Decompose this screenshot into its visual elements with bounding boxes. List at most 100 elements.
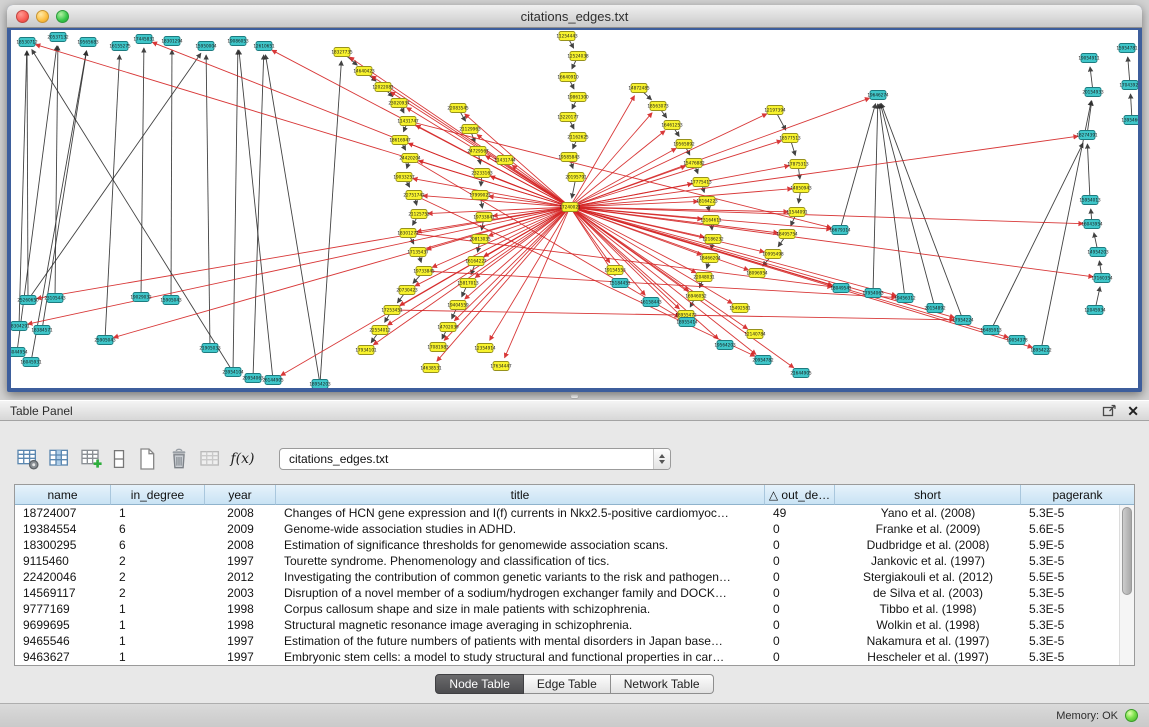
graph-node[interactable]: 19086053 — [227, 37, 249, 46]
close-window-button[interactable] — [16, 10, 29, 23]
graph-node[interactable]: 15954781 — [1116, 44, 1138, 53]
graph-node[interactable]: 19054911 — [1078, 54, 1100, 63]
graph-node[interactable]: 17954224 — [952, 316, 974, 325]
graph-node[interactable]: 14850943 — [790, 184, 812, 193]
graph-node[interactable]: 23020937 — [388, 99, 410, 108]
graph-node[interactable]: 16461253 — [661, 121, 683, 130]
graph-node[interactable]: 18327735 — [331, 48, 353, 57]
row-tools-button[interactable] — [110, 446, 128, 473]
graph-node[interactable]: 18955414 — [676, 318, 698, 327]
graph-node[interactable]: 22554012 — [369, 326, 391, 335]
graph-node[interactable]: 24420204 — [399, 154, 421, 163]
graph-node[interactable]: 20954063 — [242, 374, 264, 383]
graph-node[interactable]: 16946052 — [685, 292, 707, 301]
graph-node[interactable]: 12140784 — [744, 330, 766, 339]
tab-edge-table[interactable]: Edge Table — [524, 674, 611, 694]
graph-node[interactable]: 19733845 — [413, 267, 435, 276]
graph-node[interactable]: 16155275 — [109, 42, 131, 51]
graph-node[interactable]: 16158443 — [640, 298, 662, 307]
table-row[interactable]: 911546021997Tourette syndrome. Phenomeno… — [15, 553, 1134, 569]
graph-node[interactable]: 20813035 — [469, 235, 491, 244]
graph-node[interactable]: 23233163 — [471, 169, 493, 178]
graph-node[interactable]: 22751742 — [403, 191, 425, 200]
new-table-button[interactable] — [133, 446, 160, 473]
graph-node[interactable]: 17445831 — [133, 35, 155, 44]
panel-resize-handle[interactable] — [570, 394, 579, 399]
table-settings-button[interactable] — [14, 446, 41, 473]
graph-node[interactable]: 18954222 — [1030, 346, 1052, 355]
select-columns-button[interactable] — [46, 446, 73, 473]
graph-node[interactable]: 15954013 — [1079, 196, 1101, 205]
graph-node[interactable]: 15950004 — [195, 42, 217, 51]
graph-node[interactable]: 20195791 — [565, 173, 587, 182]
graph-node[interactable]: 18495754 — [776, 230, 798, 239]
network-window-titlebar[interactable]: citations_edges.txt — [7, 5, 1142, 28]
table-row[interactable]: 1456911722003Disruption of a novel membe… — [15, 585, 1134, 601]
graph-node[interactable]: 12524038 — [567, 52, 589, 61]
graph-node[interactable]: 10995498 — [762, 250, 784, 259]
graph-node[interactable]: 14702039 — [437, 323, 459, 332]
graph-node[interactable]: 11544091 — [786, 208, 808, 217]
column-header-out-degree[interactable]: △ out_de… — [765, 485, 835, 505]
graph-node[interactable]: 15905043 — [160, 296, 182, 305]
graph-node[interactable]: 21125752 — [408, 210, 430, 219]
graph-node[interactable]: 12186232 — [702, 235, 724, 244]
graph-node[interactable]: 16164227 — [465, 257, 487, 266]
graph-node[interactable]: 19733841 — [473, 213, 495, 222]
graph-node[interactable]: 15492581 — [729, 304, 751, 313]
graph-node[interactable]: 12610651 — [253, 42, 275, 51]
table-row[interactable]: 969969511998Structural magnetic resonanc… — [15, 617, 1134, 633]
graph-node[interactable]: 18301294 — [161, 37, 183, 46]
graph-node[interactable]: 12354914 — [474, 344, 496, 353]
graph-node[interactable]: 21905033 — [199, 344, 221, 353]
graph-node[interactable]: 16640910 — [557, 73, 579, 82]
graph-node[interactable]: 17240021 — [559, 203, 581, 212]
graph-node[interactable]: 15476882 — [683, 159, 705, 168]
graph-node[interactable]: 17954063 — [862, 289, 884, 298]
graph-node[interactable]: 16679314 — [829, 226, 851, 235]
graph-node[interactable]: 14954203 — [1087, 248, 1109, 257]
graph-node[interactable]: 18384571 — [31, 326, 53, 335]
graph-node[interactable]: 13220177 — [557, 113, 579, 122]
graph-node[interactable]: 17634447 — [490, 362, 512, 371]
delete-table-button[interactable] — [165, 446, 192, 473]
graph-node[interactable]: 13164611 — [700, 216, 722, 225]
column-header-short[interactable]: short — [835, 485, 1021, 505]
close-panel-icon[interactable]: ✕ — [1127, 404, 1139, 418]
graph-node[interactable]: 17081983 — [427, 343, 449, 352]
table-row[interactable]: 946554611997Estimation of the future num… — [15, 633, 1134, 649]
graph-node[interactable]: 19646274 — [867, 91, 889, 100]
graph-node[interactable]: 15817013 — [457, 279, 479, 288]
graph-node[interactable]: 20730423 — [396, 286, 418, 295]
graph-node[interactable]: 19404559 — [447, 301, 469, 310]
graph-node[interactable]: 18301271 — [397, 229, 419, 238]
graph-node[interactable]: 14640423 — [353, 67, 375, 76]
function-builder-button[interactable]: f(x) — [229, 446, 256, 473]
graph-node[interactable]: 19564203 — [714, 341, 736, 350]
graph-node[interactable]: 15184451 — [609, 279, 631, 288]
table-row[interactable]: 1830029562008Estimation of significance … — [15, 537, 1134, 553]
float-panel-icon[interactable] — [1102, 403, 1117, 418]
graph-node[interactable]: 18466204 — [699, 254, 721, 263]
graph-node[interactable]: 18577513 — [779, 134, 801, 143]
graph-node[interactable]: 25260650 — [17, 296, 39, 305]
graph-node[interactable]: 19565683 — [77, 38, 99, 47]
table-scrollbar-thumb[interactable] — [1122, 507, 1132, 595]
graph-node[interactable]: 19585843 — [558, 153, 580, 162]
graph-node[interactable]: 22083545 — [447, 104, 469, 113]
graph-node[interactable]: 20154892 — [924, 304, 946, 313]
graph-node[interactable]: 22048031 — [693, 273, 715, 282]
column-header-in-degree[interactable]: in_degree — [111, 485, 205, 505]
graph-node[interactable]: 13954662 — [1121, 116, 1138, 125]
graph-node[interactable]: 17135437 — [407, 248, 429, 257]
table-row[interactable]: 946362711997Embryonic stem cells: a mode… — [15, 649, 1134, 665]
tab-node-table[interactable]: Node Table — [435, 674, 524, 694]
column-header-title[interactable]: title — [276, 485, 765, 505]
graph-node[interactable]: 17043921 — [1119, 81, 1138, 90]
graph-node[interactable]: 23105443 — [44, 294, 66, 303]
graph-node[interactable]: 21129963 — [459, 125, 481, 134]
tab-network-table[interactable]: Network Table — [611, 674, 714, 694]
graph-node[interactable]: 18530712 — [16, 38, 38, 47]
graph-node[interactable]: 23954104 — [222, 368, 244, 377]
graph-node[interactable]: 24729567 — [467, 147, 489, 156]
